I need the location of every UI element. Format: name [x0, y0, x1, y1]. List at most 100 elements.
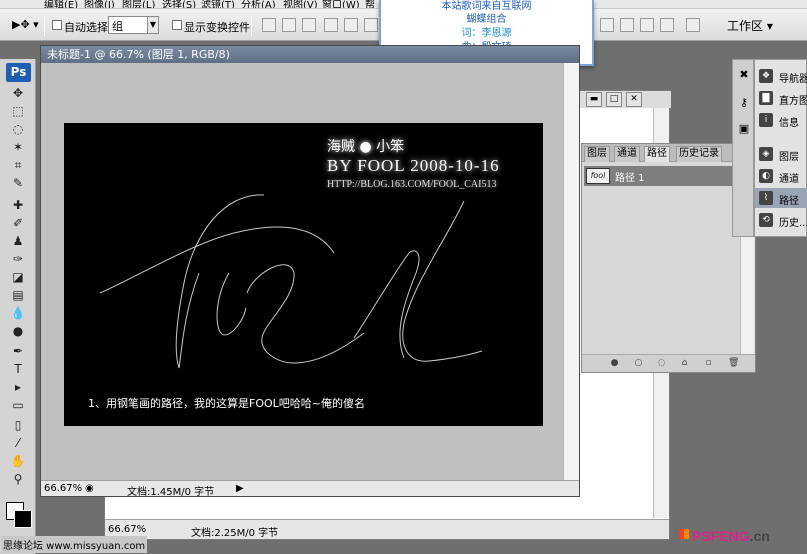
- workspace-button[interactable]: 工作区 ▾: [723, 15, 777, 35]
- brush-preset-icon[interactable]: ⚷: [737, 96, 751, 110]
- dock-item-info[interactable]: i 信息: [755, 110, 807, 130]
- menu-view[interactable]: 视图(V): [283, 0, 318, 8]
- zoom-level[interactable]: 66.67%: [108, 524, 146, 535]
- menu-layer[interactable]: 图层(L): [122, 0, 155, 8]
- window-titlebar: ▬ □ ✕: [580, 91, 671, 108]
- watermark-domain: .cn: [749, 528, 770, 544]
- clone-stamp-icon[interactable]: ♟: [9, 233, 27, 249]
- path-name: 路径 1: [615, 173, 645, 184]
- auto-align-icon[interactable]: [686, 18, 700, 32]
- dock-item-histogram[interactable]: ▇ 直方图: [755, 88, 807, 108]
- align-right-icon[interactable]: [364, 18, 378, 32]
- menu-edit[interactable]: 编辑(E): [44, 0, 78, 8]
- crop-tool-icon[interactable]: ⌗: [9, 157, 27, 173]
- load-selection-icon[interactable]: ◌: [657, 359, 666, 368]
- history-brush-icon[interactable]: ✑: [9, 251, 27, 267]
- notes-tool-icon[interactable]: ▯: [9, 417, 27, 433]
- pen-tool-icon[interactable]: ✒: [9, 343, 27, 359]
- fill-path-icon[interactable]: ●: [610, 359, 619, 368]
- clone-source-icon[interactable]: ▣: [737, 122, 751, 136]
- background-color-swatch[interactable]: [14, 510, 32, 528]
- layers-icon: ◈: [759, 147, 773, 161]
- stroke-path-icon[interactable]: ○: [634, 359, 643, 368]
- document-size: 文档:1.45M/0 字节: [127, 487, 215, 498]
- distribute-icon[interactable]: [600, 18, 614, 32]
- close-icon[interactable]: ✕: [626, 92, 642, 107]
- document-title[interactable]: 未标题-1 @ 66.7% (图层 1, RGB/8): [41, 46, 579, 63]
- canvas[interactable]: 海贼 ● 小笨 BY FOOL 2008-10-16 HTTP://BLOG.1…: [64, 123, 543, 426]
- menu-analysis[interactable]: 分析(A): [241, 0, 276, 8]
- chevron-down-icon[interactable]: ▼: [147, 16, 159, 34]
- ps-logo: Ps: [6, 63, 31, 82]
- navigator-icon: ❖: [759, 69, 773, 83]
- forum-watermark: 思缘论坛 www.missyuan.com: [1, 536, 148, 553]
- watermark-text: PSFENG: [692, 528, 750, 544]
- minimize-icon[interactable]: ▬: [586, 92, 602, 107]
- blur-tool-icon[interactable]: 💧: [9, 305, 27, 321]
- tools-preset-icon[interactable]: ✖: [737, 68, 751, 82]
- path-selection-icon[interactable]: ▸: [9, 379, 27, 395]
- auto-select-label: 自动选择:: [64, 21, 112, 34]
- tab-channels[interactable]: 通道: [614, 146, 640, 162]
- paths-icon: ⌇: [759, 191, 773, 205]
- menu-help[interactable]: 帮: [365, 0, 375, 8]
- distribute-icon[interactable]: [620, 18, 634, 32]
- healing-brush-icon[interactable]: ✚: [9, 197, 27, 213]
- align-hcenter-icon[interactable]: [344, 18, 358, 32]
- move-tool-icon[interactable]: ✥: [9, 85, 27, 101]
- menu-select[interactable]: 选择(S): [162, 0, 196, 8]
- trash-icon[interactable]: 🗑: [728, 359, 739, 368]
- dock-item-paths[interactable]: ⌇ 路径: [755, 188, 807, 208]
- divider: [44, 16, 45, 36]
- dodge-tool-icon[interactable]: ●: [9, 323, 27, 339]
- dock-panel-list: ❖ 导航器 ▇ 直方图 i 信息 ◈ 图层 ◐ 通道 ⌇ 路径 ⟲ 历史...: [754, 59, 807, 237]
- hand-tool-icon[interactable]: ✋: [9, 453, 27, 469]
- show-transform-checkbox[interactable]: [172, 20, 182, 30]
- align-vcenter-icon[interactable]: [282, 18, 296, 32]
- tools-panel: Ps ✥ ⬚ ◌ ✶ ⌗ ✎ ✚ ✐ ♟ ✑ ◪ ▤ 💧 ● ✒ T ▸ ▭ ▯…: [0, 59, 36, 554]
- magic-wand-icon[interactable]: ✶: [9, 139, 27, 155]
- new-path-icon[interactable]: ▫: [704, 359, 713, 368]
- move-tool-icon[interactable]: ▶✥ ▾: [12, 18, 39, 31]
- tab-history[interactable]: 历史记录: [676, 146, 722, 162]
- make-work-path-icon[interactable]: ⌂: [680, 359, 689, 368]
- dock-icon-strip: ✖ ⚷ ▣: [732, 59, 754, 237]
- tab-paths[interactable]: 路径: [644, 146, 670, 162]
- align-top-icon[interactable]: [262, 18, 276, 32]
- dock-item-history[interactable]: ⟲ 历史...: [755, 210, 807, 230]
- status-arrow-icon[interactable]: ▶: [236, 483, 244, 494]
- type-tool-icon[interactable]: T: [9, 361, 27, 377]
- info-icon: i: [759, 113, 773, 127]
- shape-tool-icon[interactable]: ▭: [9, 397, 27, 413]
- align-bottom-icon[interactable]: [302, 18, 316, 32]
- path-list-item[interactable]: fool 路径 1: [584, 166, 741, 186]
- watermark-logo-icon: [679, 529, 689, 539]
- dock-item-layers[interactable]: ◈ 图层: [755, 144, 807, 164]
- distribute-icon[interactable]: [660, 18, 674, 32]
- tab-layers[interactable]: 图层: [584, 146, 610, 162]
- zoom-level[interactable]: 66.67%: [44, 483, 82, 494]
- distribute-icon[interactable]: [640, 18, 654, 32]
- auto-select-dropdown[interactable]: 组: [108, 16, 148, 34]
- fool-path-drawing: [99, 194, 483, 369]
- panel-footer: ● ○ ◌ ⌂ ▫ 🗑: [582, 354, 755, 372]
- eyedropper-icon[interactable]: ⁄: [9, 435, 27, 451]
- zoom-tool-icon[interactable]: ⚲: [9, 471, 27, 487]
- menu-window[interactable]: 窗口(W): [322, 0, 360, 8]
- marquee-tool-icon[interactable]: ⬚: [9, 103, 27, 119]
- align-left-icon[interactable]: [324, 18, 338, 32]
- brush-tool-icon[interactable]: ✐: [9, 215, 27, 231]
- menu-image[interactable]: 图像(I): [84, 0, 115, 8]
- dock-item-channels[interactable]: ◐ 通道: [755, 166, 807, 186]
- gradient-tool-icon[interactable]: ▤: [9, 287, 27, 303]
- auto-select-checkbox[interactable]: [52, 20, 62, 30]
- canvas-caption-text: 1、用钢笔画的路径，我的这算是FOOL吧哈哈~俺的傻名: [88, 397, 365, 410]
- eraser-tool-icon[interactable]: ◪: [9, 269, 27, 285]
- maximize-icon[interactable]: □: [606, 92, 622, 107]
- eyedropper-tool-icon[interactable]: ✎: [9, 175, 27, 191]
- status-menu-icon[interactable]: ◉: [85, 483, 94, 494]
- dock-item-navigator[interactable]: ❖ 导航器: [755, 66, 807, 86]
- vertical-scrollbar[interactable]: [563, 63, 579, 480]
- menu-filter[interactable]: 滤镜(T): [201, 0, 235, 8]
- lasso-tool-icon[interactable]: ◌: [9, 121, 27, 137]
